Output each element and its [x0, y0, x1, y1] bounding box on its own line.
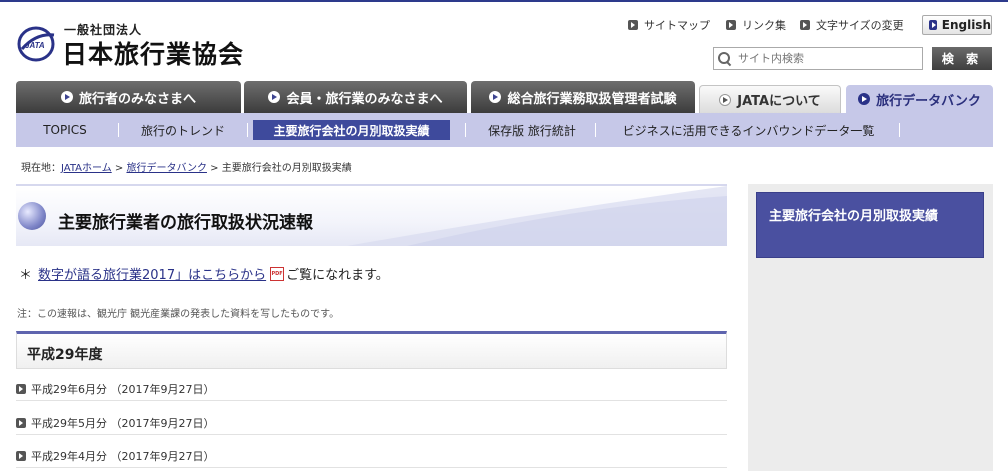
list-item[interactable]: 平成29年4月分 （2017年9月27日） — [16, 444, 727, 468]
report-2017-link[interactable]: 数字が語る旅行業2017」はこちらから — [38, 264, 266, 283]
breadcrumb-home-link[interactable]: JATAホーム — [61, 163, 112, 174]
gnav-label: 旅行者のみなさまへ — [78, 91, 196, 107]
subnav-divider — [595, 123, 596, 137]
english-button[interactable]: English — [922, 15, 992, 35]
gnav-about-jata[interactable]: JATAについて — [699, 85, 841, 113]
subnav-trend[interactable]: 旅行のトレンド — [128, 120, 238, 140]
heading-swoosh-decoration — [347, 186, 727, 246]
subnav-divider — [118, 123, 119, 137]
notice-mark: ＊ — [19, 268, 33, 283]
font-size-link[interactable]: 文字サイズの変更 — [800, 17, 904, 33]
gnav-travelers[interactable]: 旅行者のみなさまへ — [16, 81, 241, 113]
arrow-icon — [268, 91, 281, 103]
notice-line: ＊ 数字が語る旅行業2017」はこちらから PDF ご覧になれます。 — [19, 264, 389, 283]
breadcrumb: 現在地：JATAホーム > 旅行データバンク > 主要旅行会社の月別取扱実績 — [21, 159, 352, 174]
arrow-icon — [16, 450, 26, 461]
subnav-statistics[interactable]: 保存版 旅行統計 — [476, 120, 588, 140]
globe-icon — [18, 202, 46, 230]
notice-tail: ご覧になれます。 — [286, 268, 389, 283]
logo-title: 日本旅行業協会 — [62, 40, 245, 69]
year-title: 平成29年度 — [27, 347, 103, 363]
top-border — [0, 0, 1008, 2]
gnav-members[interactable]: 会員・旅行業のみなさまへ — [244, 81, 467, 113]
subnav-divider — [899, 123, 900, 137]
arrow-icon — [929, 20, 937, 30]
gnav-label: JATAについて — [737, 94, 821, 109]
breadcrumb-databank-link[interactable]: 旅行データバンク — [126, 163, 207, 174]
gnav-exam[interactable]: 総合旅行業務取扱管理者試験 — [471, 81, 695, 113]
page-heading: 主要旅行業者の旅行取扱状況速報 — [16, 184, 727, 246]
gnav-databank[interactable]: 旅行データバンク — [846, 85, 993, 113]
subnav-monthly-results[interactable]: 主要旅行会社の月別取扱実績 — [253, 120, 450, 140]
font-size-label: 文字サイズの変更 — [816, 19, 904, 32]
report-label: 平成29年4月分 （2017年9月27日） — [31, 449, 215, 463]
arrow-icon — [16, 383, 26, 394]
sidebar-title[interactable]: 主要旅行会社の月別取扱実績 — [756, 192, 984, 258]
list-item[interactable]: 平成29年6月分 （2017年9月27日） — [16, 377, 727, 401]
report-label: 平成29年6月分 （2017年9月27日） — [31, 382, 215, 396]
search-icon — [718, 51, 732, 66]
pdf-icon: PDF — [270, 266, 285, 281]
breadcrumb-separator: > — [206, 163, 222, 174]
arrow-icon — [16, 417, 26, 428]
breadcrumb-separator: > — [111, 163, 127, 174]
english-label: English — [941, 18, 991, 32]
list-item[interactable]: 平成29年5月分 （2017年9月27日） — [16, 411, 727, 435]
jata-logo-icon: JATA — [17, 26, 55, 62]
breadcrumb-prefix: 現在地： — [21, 163, 61, 174]
subnav-inbound-data[interactable]: ビジネスに活用できるインバウンドデータ一覧 — [606, 120, 891, 140]
arrow-icon — [60, 91, 73, 103]
arrow-icon — [489, 91, 502, 103]
subnav-divider — [247, 123, 248, 137]
site-logo[interactable]: JATA 一般社団法人 日本旅行業協会 — [16, 20, 256, 69]
arrow-icon — [726, 20, 736, 30]
logo-mark-text: JATA — [25, 41, 45, 50]
subnav-topics[interactable]: TOPICS — [26, 120, 104, 140]
source-note: 注：この速報は、観光庁 観光産業課の発表した資料を写したものです。 — [17, 309, 340, 320]
sub-navigation: TOPICS 旅行のトレンド 主要旅行会社の月別取扱実績 保存版 旅行統計 ビジ… — [16, 113, 993, 147]
search-button[interactable]: 検 索 — [932, 47, 992, 70]
arrow-icon — [719, 93, 732, 106]
subnav-divider — [465, 123, 466, 137]
arrow-icon — [628, 20, 638, 30]
breadcrumb-current: 主要旅行会社の月別取扱実績 — [221, 163, 352, 174]
gnav-label: 旅行データバンク — [876, 93, 981, 109]
sitemap-label: サイトマップ — [644, 19, 710, 32]
search-field[interactable] — [713, 47, 923, 70]
sidebar: 主要旅行会社の月別取扱実績 — [748, 184, 993, 471]
sitemap-link[interactable]: サイトマップ — [628, 17, 710, 33]
gnav-label: 総合旅行業務取扱管理者試験 — [507, 91, 677, 107]
report-label: 平成29年5月分 （2017年9月27日） — [31, 416, 215, 430]
arrow-icon — [800, 20, 810, 30]
search-input[interactable] — [738, 52, 918, 65]
arrow-icon — [858, 93, 871, 105]
gnav-label: 会員・旅行業のみなさまへ — [286, 91, 443, 107]
links-link[interactable]: リンク集 — [726, 17, 786, 33]
links-label: リンク集 — [742, 19, 786, 32]
year-section-header: 平成29年度 — [16, 331, 727, 369]
page-title: 主要旅行業者の旅行取扱状況速報 — [58, 213, 313, 233]
